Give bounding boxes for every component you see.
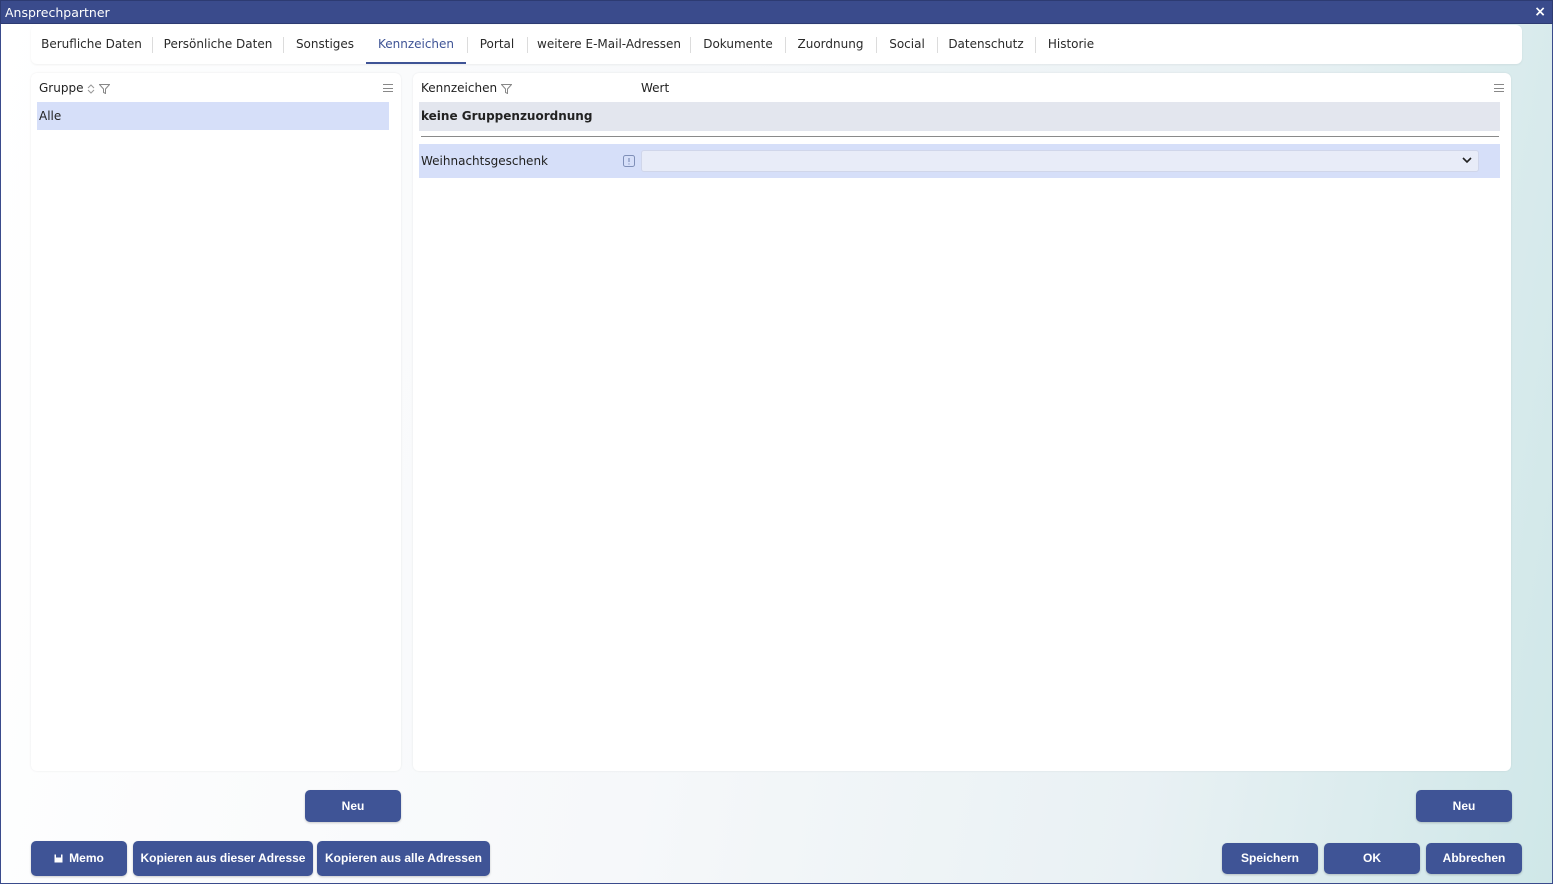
kennzeichen-column-header[interactable]: Kennzeichen — [421, 81, 512, 95]
group-column-label: Gruppe — [39, 81, 84, 95]
memo-button[interactable]: Memo — [31, 841, 127, 876]
tab-zuordnung[interactable]: Zuordnung — [786, 25, 875, 62]
tab-datenschutz[interactable]: Datenschutz — [938, 25, 1034, 62]
menu-icon[interactable] — [383, 84, 393, 92]
group-header-row: keine Gruppenzuordnung — [419, 102, 1500, 131]
tab-weitere-email-adressen[interactable]: weitere E-Mail-Adressen — [528, 25, 690, 62]
tab-dokumente[interactable]: Dokumente — [691, 25, 785, 62]
save-button[interactable]: Speichern — [1222, 843, 1318, 874]
tab-persoenliche-daten[interactable]: Persönliche Daten — [153, 25, 283, 62]
tab-sonstiges[interactable]: Sonstiges — [284, 25, 366, 62]
wert-column-header[interactable]: Wert — [641, 81, 669, 95]
group-new-button[interactable]: Neu — [305, 790, 401, 822]
group-panel: Gruppe Alle — [31, 73, 401, 771]
group-column-header[interactable]: Gruppe — [39, 81, 111, 95]
ok-button[interactable]: OK — [1324, 843, 1420, 874]
wert-select[interactable] — [641, 150, 1479, 172]
list-item[interactable]: Alle — [37, 102, 389, 130]
filter-icon[interactable] — [99, 83, 111, 94]
group-divider — [421, 136, 1499, 137]
window-title: Ansprechpartner — [5, 5, 110, 20]
copy-from-all-addresses-button[interactable]: Kopieren aus alle Adressen — [317, 841, 490, 876]
info-icon[interactable] — [623, 155, 635, 167]
table-row[interactable]: Weihnachtsgeschenk — [419, 144, 1500, 178]
filter-icon[interactable] — [500, 83, 512, 94]
tab-historie[interactable]: Historie — [1036, 25, 1106, 62]
memo-button-label: Memo — [69, 851, 104, 865]
tab-social[interactable]: Social — [877, 25, 937, 62]
close-icon[interactable]: × — [1534, 4, 1546, 20]
kennzeichen-label: Weihnachtsgeschenk — [421, 154, 548, 168]
kennzeichen-new-button[interactable]: Neu — [1416, 790, 1512, 822]
memo-icon — [54, 854, 63, 863]
tab-portal[interactable]: Portal — [468, 25, 526, 62]
cancel-button[interactable]: Abbrechen — [1426, 843, 1522, 874]
tab-berufliche-daten[interactable]: Berufliche Daten — [31, 25, 152, 62]
chevron-down-icon — [1462, 157, 1472, 164]
group-header-label: keine Gruppenzuordnung — [421, 109, 593, 123]
window-titlebar: Ansprechpartner × — [0, 0, 1553, 24]
copy-from-this-address-button[interactable]: Kopieren aus dieser Adresse — [133, 841, 313, 876]
tab-kennzeichen[interactable]: Kennzeichen — [366, 25, 466, 64]
kennzeichen-column-label: Kennzeichen — [421, 81, 498, 95]
group-item-label: Alle — [39, 109, 62, 123]
tab-bar: Berufliche Daten Persönliche Daten Sonst… — [31, 25, 1522, 64]
sort-icon[interactable] — [87, 83, 95, 94]
menu-icon[interactable] — [1494, 84, 1504, 92]
kennzeichen-panel: Kennzeichen Wert keine Gruppenzuordnung … — [413, 73, 1511, 771]
